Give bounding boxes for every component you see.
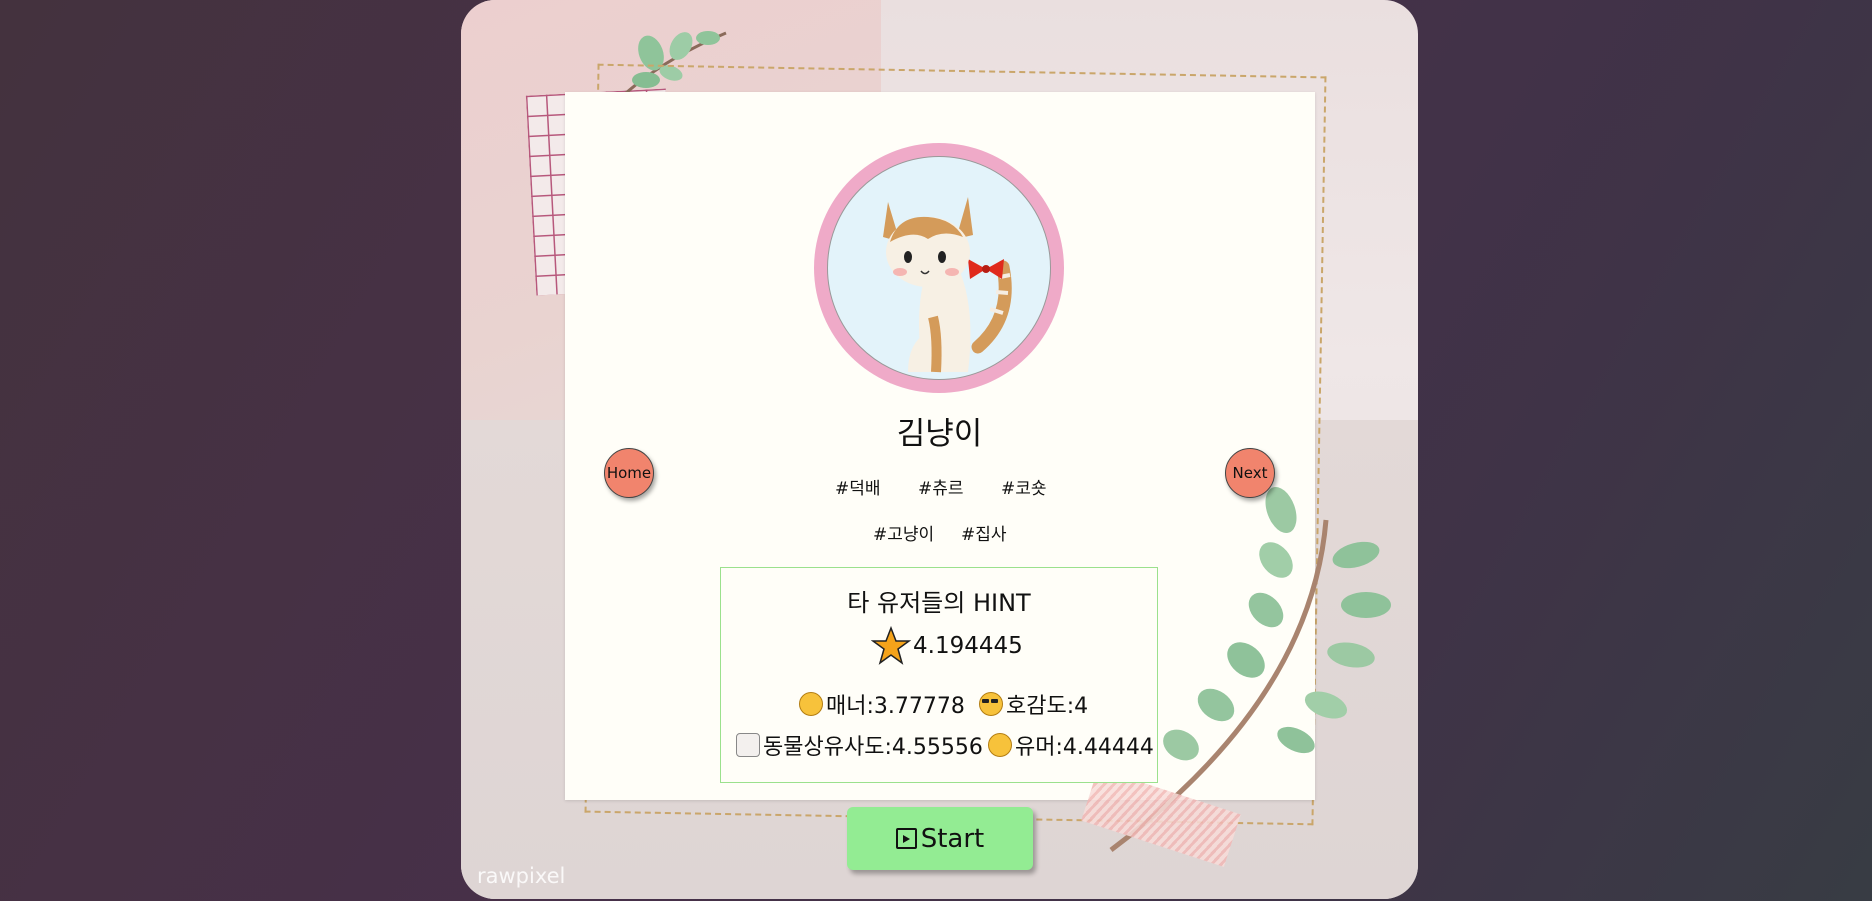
hint-title: 타 유저들의 HINT <box>847 589 1031 617</box>
profile-name: 김냥이 <box>896 416 983 451</box>
tag-chip: #덕배 <box>835 479 881 499</box>
sunglasses-icon <box>979 692 1003 716</box>
start-button[interactable]: Start <box>847 807 1033 870</box>
start-label: Start <box>920 823 985 854</box>
next-button[interactable]: Next <box>1225 448 1275 498</box>
hint-panel: 타 유저들의 HINT 4.194445 매너:3.77778 호감도:4 동물… <box>720 567 1158 783</box>
rating-row: 4.194445 <box>871 626 1023 666</box>
avatar-image <box>827 156 1051 380</box>
smile-hug-icon <box>799 692 823 716</box>
stat-humor: 유머:4.44444 <box>988 729 1154 761</box>
stat-animal-similarity: 동물상유사도:4.55556 <box>736 729 983 761</box>
tag-chip: #고냥이 <box>873 525 935 545</box>
tag-chip: #츄르 <box>918 479 964 499</box>
rabbit-icon <box>736 733 760 757</box>
cat-illustration-icon <box>883 197 1012 373</box>
rating-value: 4.194445 <box>913 633 1023 659</box>
tag-chip: #집사 <box>961 525 1007 545</box>
app-screen: 김냥이 #덕배 #츄르 #코숏 #고냥이 #집사 Home Next 타 유저들… <box>461 0 1418 899</box>
profile-avatar <box>814 143 1064 393</box>
home-button[interactable]: Home <box>604 448 654 498</box>
tag-chip: #코숏 <box>1001 479 1047 499</box>
stat-manner: 매너:3.77778 <box>799 688 965 720</box>
stat-likeability: 호감도:4 <box>979 688 1088 720</box>
play-icon <box>895 828 917 849</box>
grin-icon <box>988 733 1012 757</box>
star-icon <box>871 626 911 665</box>
watermark: rawpixel <box>477 864 566 888</box>
